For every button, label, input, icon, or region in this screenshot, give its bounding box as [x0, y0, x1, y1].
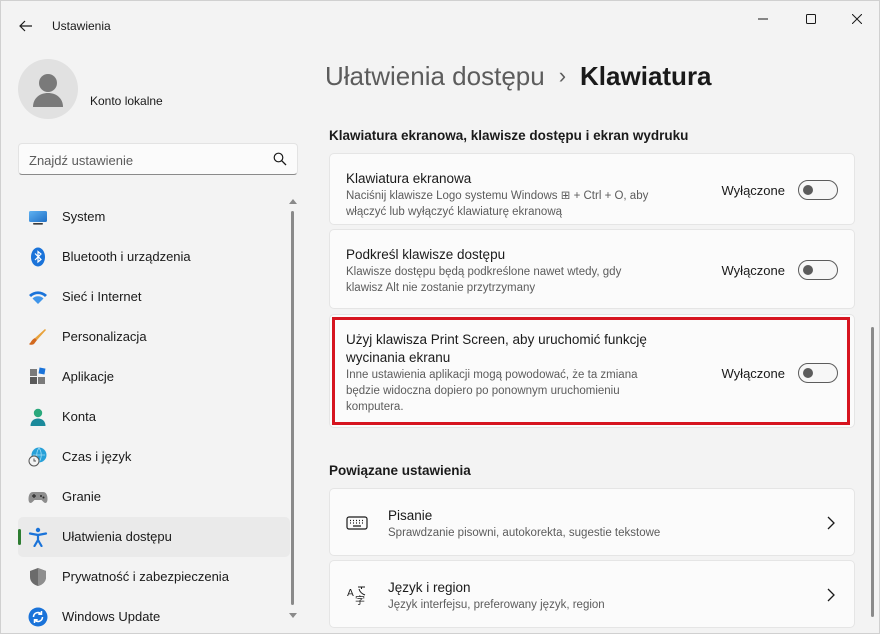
- update-icon: [28, 607, 48, 627]
- related-setting-language-region[interactable]: A 字 Język i region Język interfejsu, pre…: [329, 560, 855, 628]
- sidebar-scroll-thumb[interactable]: [291, 211, 294, 605]
- highlight-frame: [332, 317, 850, 425]
- sidebar-item-label: Sieć i Internet: [62, 289, 142, 304]
- chevron-right-icon: [827, 516, 835, 530]
- app-title: Ustawienia: [52, 19, 111, 33]
- avatar[interactable]: [18, 59, 78, 119]
- on-screen-keyboard-toggle[interactable]: [798, 180, 838, 200]
- sidebar-item-windows-update[interactable]: Windows Update: [18, 597, 290, 634]
- sidebar-item-accounts[interactable]: Konta: [18, 397, 290, 437]
- sidebar-item-label: Prywatność i zabezpieczenia: [62, 569, 229, 584]
- sidebar-item-label: Bluetooth i urządzenia: [62, 249, 191, 264]
- clock-globe-icon: [28, 447, 47, 467]
- setting-title: Podkreśl klawisze dostępu: [346, 247, 506, 262]
- maximize-button[interactable]: [791, 7, 831, 31]
- sidebar-item-gaming[interactable]: Granie: [18, 477, 290, 517]
- sidebar-item-network[interactable]: Sieć i Internet: [18, 277, 290, 317]
- sidebar-item-accessibility[interactable]: Ułatwienia dostępu: [18, 517, 290, 557]
- maximize-icon: [806, 14, 816, 24]
- close-button[interactable]: [837, 7, 877, 31]
- accessibility-icon: [28, 527, 48, 547]
- sidebar-item-bluetooth[interactable]: Bluetooth i urządzenia: [18, 237, 290, 277]
- page-title: Klawiatura: [580, 61, 712, 91]
- breadcrumb-parent-link[interactable]: Ułatwienia dostępu: [325, 61, 545, 91]
- related-setting-description: Język interfejsu, preferowany język, reg…: [388, 599, 605, 611]
- sidebar-item-label: Aplikacje: [62, 369, 115, 384]
- settings-window: Ustawienia Konto lokalne System: [0, 0, 880, 634]
- keyboard-icon: [346, 516, 368, 530]
- wifi-icon: [29, 291, 47, 304]
- minimize-icon: [758, 18, 768, 20]
- setting-card-on-screen-keyboard: Klawiatura ekranowa Naciśnij klawisze Lo…: [329, 153, 855, 225]
- svg-text:字: 字: [355, 594, 365, 605]
- main-scroll-thumb[interactable]: [871, 327, 874, 617]
- sidebar-item-time-language[interactable]: Czas i język: [18, 437, 290, 477]
- gamepad-icon: [28, 492, 48, 503]
- related-setting-description: Sprawdzanie pisowni, autokorekta, sugest…: [388, 527, 661, 539]
- sidebar-item-label: Czas i język: [62, 449, 132, 464]
- sidebar-item-label: Ułatwienia dostępu: [62, 529, 172, 544]
- minimize-button[interactable]: [743, 7, 783, 31]
- setting-description: Klawisze dostępu będą podkreślone nawet …: [346, 266, 622, 294]
- breadcrumb: Ułatwienia dostępu › Klawiatura: [325, 61, 712, 92]
- toggle-knob: [803, 185, 813, 195]
- close-icon: [852, 14, 862, 24]
- setting-title: Klawiatura ekranowa: [346, 171, 472, 186]
- toggle-knob: [803, 265, 813, 275]
- main-scrollbar[interactable]: [869, 111, 877, 631]
- breadcrumb-separator: ›: [558, 63, 567, 88]
- back-button[interactable]: [13, 13, 39, 39]
- sidebar-nav: System Bluetooth i urządzenia Sieć i Int…: [18, 197, 290, 634]
- active-indicator: [18, 529, 21, 545]
- sidebar-item-system[interactable]: System: [18, 197, 290, 237]
- account-name: Konto lokalne: [90, 94, 163, 108]
- person-icon: [30, 408, 46, 426]
- svg-text:A: A: [347, 588, 354, 599]
- section-title-related: Powiązane ustawienia: [329, 463, 471, 478]
- scroll-down-arrow-icon[interactable]: [289, 613, 297, 619]
- chevron-right-icon: [827, 588, 835, 602]
- sidebar-item-privacy[interactable]: Prywatność i zabezpieczenia: [18, 557, 290, 597]
- back-arrow-icon: [19, 20, 32, 32]
- related-setting-title: Język i region: [388, 580, 471, 595]
- sidebar-item-personalization[interactable]: Personalizacja: [18, 317, 290, 357]
- sidebar-scrollbar[interactable]: [289, 197, 297, 625]
- shield-icon: [30, 568, 46, 586]
- title-bar: Ustawienia: [1, 1, 879, 49]
- search-box[interactable]: [18, 143, 298, 175]
- language-icon: A 字: [347, 586, 366, 605]
- bluetooth-icon: [31, 247, 45, 267]
- sidebar-item-label: System: [62, 209, 106, 224]
- sidebar-item-label: Windows Update: [62, 609, 161, 624]
- sidebar-item-apps[interactable]: Aplikacje: [18, 357, 290, 397]
- setting-description: Naciśnij klawisze Logo systemu Windows ⊞…: [346, 190, 649, 218]
- related-setting-typing[interactable]: Pisanie Sprawdzanie pisowni, autokorekta…: [329, 488, 855, 556]
- monitor-icon: [29, 211, 47, 225]
- user-silhouette-icon: [33, 74, 63, 107]
- section-title-keyboard: Klawiatura ekranowa, klawisze dostępu i …: [329, 128, 689, 143]
- related-setting-title: Pisanie: [388, 508, 433, 523]
- search-icon[interactable]: [273, 152, 287, 166]
- sidebar-item-label: Granie: [62, 489, 102, 504]
- toggle-state-label: Wyłączone: [721, 263, 785, 278]
- brush-icon: [29, 329, 46, 345]
- apps-icon: [30, 367, 46, 384]
- scroll-up-arrow-icon[interactable]: [289, 199, 297, 205]
- underline-access-keys-toggle[interactable]: [798, 260, 838, 280]
- toggle-state-label: Wyłączone: [721, 183, 785, 198]
- search-input[interactable]: [29, 150, 259, 170]
- sidebar-item-label: Konta: [62, 409, 96, 424]
- setting-card-underline-access-keys: Podkreśl klawisze dostępu Klawisze dostę…: [329, 229, 855, 309]
- sidebar-item-label: Personalizacja: [62, 329, 147, 344]
